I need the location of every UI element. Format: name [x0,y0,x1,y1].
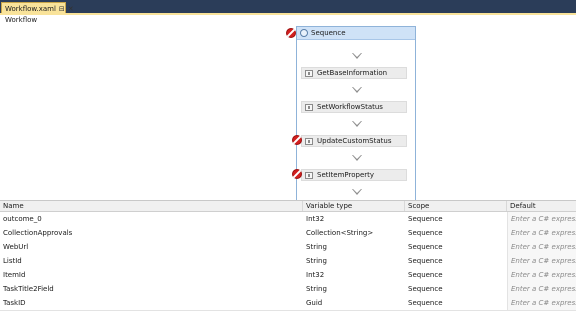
variable-name[interactable]: ItemId [0,268,303,282]
workflow-designer-canvas[interactable] [0,15,576,200]
breadcrumb[interactable]: Workflow [5,16,37,24]
document-tab-strip: Workflow.xaml ⊟ ✕ [0,0,576,15]
table-row[interactable]: ItemId Int32 Sequence Enter a C# express… [0,268,576,283]
activity-get-base-information[interactable]: GetBaseInformation [301,67,407,79]
variable-scope[interactable]: Sequence [405,268,507,282]
tab-title: Workflow.xaml [5,4,56,13]
column-header-variable-type[interactable]: Variable type [303,201,405,211]
drop-arrow-icon[interactable] [352,189,362,195]
activity-icon [305,103,313,111]
close-icon[interactable]: ✕ [68,5,74,13]
variable-type[interactable]: Int32 [303,268,405,282]
activity-icon [305,171,313,179]
activity-icon [305,137,313,145]
variable-default-input[interactable]: Enter a C# expression [507,226,576,240]
sequence-title: Sequence [311,29,346,37]
table-row[interactable]: ListId String Sequence Enter a C# expres… [0,254,576,269]
sequence-activity[interactable]: Sequence GetBaseInformation SetWorkflowS… [296,26,416,200]
table-row[interactable]: TaskID Guid Sequence Enter a C# expressi… [0,296,576,311]
variable-name[interactable]: WebUrl [0,240,303,254]
activity-set-item-property[interactable]: SetItemProperty [301,169,407,181]
variable-type[interactable]: Collection<String> [303,226,405,240]
drop-arrow-icon[interactable] [352,53,362,59]
variable-scope[interactable]: Sequence [405,282,507,296]
variable-type[interactable]: Int32 [303,212,405,226]
table-row[interactable]: WebUrl String Sequence Enter a C# expres… [0,240,576,255]
drop-arrow-icon[interactable] [352,87,362,93]
variable-scope[interactable]: Sequence [405,296,507,310]
variable-name[interactable]: TaskTitle2Field [0,282,303,296]
table-row[interactable]: CollectionApprovals Collection<String> S… [0,226,576,241]
variable-type[interactable]: Guid [303,296,405,310]
activity-update-custom-status[interactable]: UpdateCustomStatus [301,135,407,147]
update-custom-status-error-icon [292,135,302,145]
variable-name[interactable]: CollectionApprovals [0,226,303,240]
sequence-icon [300,29,308,37]
variable-scope[interactable]: Sequence [405,240,507,254]
drop-arrow-icon[interactable] [352,155,362,161]
variable-default-input[interactable]: Enter a C# expression [507,240,576,254]
pin-icon[interactable]: ⊟ [59,5,65,13]
variable-scope[interactable]: Sequence [405,254,507,268]
column-header-default[interactable]: Default [507,201,576,211]
activity-label: SetWorkflowStatus [317,103,383,111]
variable-name[interactable]: outcome_0 [0,212,303,226]
activity-label: SetItemProperty [317,171,375,179]
activity-icon [305,69,313,77]
table-row[interactable]: TaskTitle2Field String Sequence Enter a … [0,282,576,297]
drop-arrow-icon[interactable] [352,121,362,127]
activity-set-workflow-status[interactable]: SetWorkflowStatus [301,101,407,113]
variable-default-input[interactable]: Enter a C# expression [507,296,576,310]
variable-scope[interactable]: Sequence [405,226,507,240]
variable-default-input[interactable]: Enter a C# expression [507,282,576,296]
table-row[interactable]: outcome_0 Int32 Sequence Enter a C# expr… [0,212,576,227]
variable-default-input[interactable]: Enter a C# expression [507,268,576,282]
variable-name[interactable]: ListId [0,254,303,268]
activity-label: UpdateCustomStatus [317,137,392,145]
variable-type[interactable]: String [303,240,405,254]
sequence-header[interactable]: Sequence [297,27,415,40]
variable-name[interactable]: TaskID [0,296,303,310]
variable-type[interactable]: String [303,282,405,296]
variable-type[interactable]: String [303,254,405,268]
variable-default-input[interactable]: Enter a C# expression [507,254,576,268]
sequence-error-icon [286,28,296,38]
variables-grid: Name Variable type Scope Default outcome… [0,200,576,312]
variable-default-input[interactable]: Enter a C# expression [507,212,576,226]
activity-label: GetBaseInformation [317,69,388,77]
variable-scope[interactable]: Sequence [405,212,507,226]
column-header-scope[interactable]: Scope [405,201,507,211]
column-header-name[interactable]: Name [0,201,303,211]
set-item-property-error-icon [292,169,302,179]
variables-grid-header: Name Variable type Scope Default [0,201,576,212]
